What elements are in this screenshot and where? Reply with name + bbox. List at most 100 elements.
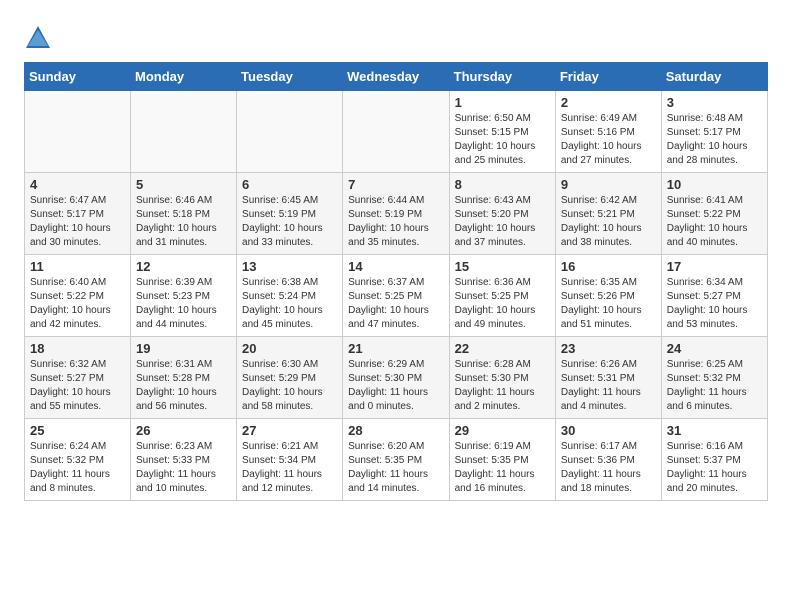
day-info: Sunrise: 6:29 AM Sunset: 5:30 PM Dayligh… bbox=[348, 358, 443, 414]
calendar-cell: 2 Sunrise: 6:49 AM Sunset: 5:16 PM Daylig… bbox=[555, 91, 661, 173]
day-number: 29 bbox=[455, 423, 550, 438]
day-info: Sunrise: 6:23 AM Sunset: 5:33 PM Dayligh… bbox=[136, 440, 231, 496]
calendar-cell: 1 Sunrise: 6:50 AM Sunset: 5:15 PM Daylig… bbox=[449, 91, 555, 173]
week-row-4: 18Sunrise: 6:32 AM Sunset: 5:27 PM Dayli… bbox=[25, 337, 768, 419]
day-info: Sunrise: 6:49 AM Sunset: 5:16 PM Dayligh… bbox=[561, 112, 656, 168]
day-number: 7 bbox=[348, 177, 443, 192]
calendar-cell: 15 Sunrise: 6:36 AM Sunset: 5:25 PM Dayli… bbox=[449, 255, 555, 337]
day-number: 27 bbox=[242, 423, 337, 438]
day-info: Sunrise: 6:43 AM Sunset: 5:20 PM Dayligh… bbox=[455, 194, 550, 250]
col-header-monday: Monday bbox=[131, 63, 237, 91]
calendar-cell: 5 Sunrise: 6:46 AM Sunset: 5:18 PM Daylig… bbox=[131, 173, 237, 255]
calendar-cell bbox=[25, 91, 131, 173]
calendar-cell: 20 Sunrise: 6:30 AM Sunset: 5:29 PM Dayli… bbox=[237, 337, 343, 419]
day-info: Sunrise: 6:39 AM Sunset: 5:23 PM Dayligh… bbox=[136, 276, 231, 332]
calendar-cell: 31 Sunrise: 6:16 AM Sunset: 5:37 PM Dayli… bbox=[661, 419, 767, 501]
page-header bbox=[24, 20, 768, 52]
calendar-cell: 29 Sunrise: 6:19 AM Sunset: 5:35 PM Dayli… bbox=[449, 419, 555, 501]
day-info: Sunrise: 6:41 AM Sunset: 5:22 PM Dayligh… bbox=[667, 194, 762, 250]
calendar-cell: 13Sunrise: 6:38 AM Sunset: 5:24 PM Dayli… bbox=[237, 255, 343, 337]
day-info: Sunrise: 6:17 AM Sunset: 5:36 PM Dayligh… bbox=[561, 440, 656, 496]
day-number: 3 bbox=[667, 95, 762, 110]
day-number: 22 bbox=[455, 341, 550, 356]
calendar-cell: 26Sunrise: 6:23 AM Sunset: 5:33 PM Dayli… bbox=[131, 419, 237, 501]
day-number: 12 bbox=[136, 259, 231, 274]
calendar-cell: 11Sunrise: 6:40 AM Sunset: 5:22 PM Dayli… bbox=[25, 255, 131, 337]
calendar-cell: 17 Sunrise: 6:34 AM Sunset: 5:27 PM Dayli… bbox=[661, 255, 767, 337]
calendar-cell: 4 Sunrise: 6:47 AM Sunset: 5:17 PM Daylig… bbox=[25, 173, 131, 255]
col-header-tuesday: Tuesday bbox=[237, 63, 343, 91]
calendar-cell: 18Sunrise: 6:32 AM Sunset: 5:27 PM Dayli… bbox=[25, 337, 131, 419]
day-number: 1 bbox=[455, 95, 550, 110]
day-info: Sunrise: 6:37 AM Sunset: 5:25 PM Dayligh… bbox=[348, 276, 443, 332]
calendar-cell: 10 Sunrise: 6:41 AM Sunset: 5:22 PM Dayli… bbox=[661, 173, 767, 255]
calendar-cell: 9Sunrise: 6:42 AM Sunset: 5:21 PM Daylig… bbox=[555, 173, 661, 255]
day-info: Sunrise: 6:46 AM Sunset: 5:18 PM Dayligh… bbox=[136, 194, 231, 250]
day-number: 24 bbox=[667, 341, 762, 356]
day-number: 4 bbox=[30, 177, 125, 192]
day-info: Sunrise: 6:47 AM Sunset: 5:17 PM Dayligh… bbox=[30, 194, 125, 250]
day-info: Sunrise: 6:48 AM Sunset: 5:17 PM Dayligh… bbox=[667, 112, 762, 168]
day-number: 14 bbox=[348, 259, 443, 274]
day-number: 2 bbox=[561, 95, 656, 110]
day-info: Sunrise: 6:30 AM Sunset: 5:29 PM Dayligh… bbox=[242, 358, 337, 414]
day-number: 16 bbox=[561, 259, 656, 274]
calendar-cell: 19 Sunrise: 6:31 AM Sunset: 5:28 PM Dayli… bbox=[131, 337, 237, 419]
calendar-cell: 30 Sunrise: 6:17 AM Sunset: 5:36 PM Dayli… bbox=[555, 419, 661, 501]
calendar-cell: 3 Sunrise: 6:48 AM Sunset: 5:17 PM Daylig… bbox=[661, 91, 767, 173]
calendar-header-row: SundayMondayTuesdayWednesdayThursdayFrid… bbox=[25, 63, 768, 91]
week-row-5: 25 Sunrise: 6:24 AM Sunset: 5:32 PM Dayli… bbox=[25, 419, 768, 501]
day-info: Sunrise: 6:26 AM Sunset: 5:31 PM Dayligh… bbox=[561, 358, 656, 414]
day-number: 25 bbox=[30, 423, 125, 438]
calendar-cell bbox=[237, 91, 343, 173]
day-number: 20 bbox=[242, 341, 337, 356]
calendar-cell: 21Sunrise: 6:29 AM Sunset: 5:30 PM Dayli… bbox=[343, 337, 449, 419]
day-info: Sunrise: 6:45 AM Sunset: 5:19 PM Dayligh… bbox=[242, 194, 337, 250]
calendar-cell: 8 Sunrise: 6:43 AM Sunset: 5:20 PM Daylig… bbox=[449, 173, 555, 255]
calendar-cell: 6 Sunrise: 6:45 AM Sunset: 5:19 PM Daylig… bbox=[237, 173, 343, 255]
day-info: Sunrise: 6:44 AM Sunset: 5:19 PM Dayligh… bbox=[348, 194, 443, 250]
col-header-thursday: Thursday bbox=[449, 63, 555, 91]
day-info: Sunrise: 6:31 AM Sunset: 5:28 PM Dayligh… bbox=[136, 358, 231, 414]
col-header-sunday: Sunday bbox=[25, 63, 131, 91]
calendar-cell: 12 Sunrise: 6:39 AM Sunset: 5:23 PM Dayli… bbox=[131, 255, 237, 337]
day-number: 8 bbox=[455, 177, 550, 192]
day-info: Sunrise: 6:36 AM Sunset: 5:25 PM Dayligh… bbox=[455, 276, 550, 332]
logo bbox=[24, 24, 56, 52]
day-info: Sunrise: 6:16 AM Sunset: 5:37 PM Dayligh… bbox=[667, 440, 762, 496]
day-info: Sunrise: 6:21 AM Sunset: 5:34 PM Dayligh… bbox=[242, 440, 337, 496]
day-number: 10 bbox=[667, 177, 762, 192]
day-info: Sunrise: 6:42 AM Sunset: 5:21 PM Dayligh… bbox=[561, 194, 656, 250]
week-row-3: 11Sunrise: 6:40 AM Sunset: 5:22 PM Dayli… bbox=[25, 255, 768, 337]
day-number: 31 bbox=[667, 423, 762, 438]
day-info: Sunrise: 6:32 AM Sunset: 5:27 PM Dayligh… bbox=[30, 358, 125, 414]
calendar-cell: 25 Sunrise: 6:24 AM Sunset: 5:32 PM Dayli… bbox=[25, 419, 131, 501]
day-info: Sunrise: 6:24 AM Sunset: 5:32 PM Dayligh… bbox=[30, 440, 125, 496]
day-number: 23 bbox=[561, 341, 656, 356]
col-header-saturday: Saturday bbox=[661, 63, 767, 91]
col-header-wednesday: Wednesday bbox=[343, 63, 449, 91]
day-number: 6 bbox=[242, 177, 337, 192]
calendar-cell: 16Sunrise: 6:35 AM Sunset: 5:26 PM Dayli… bbox=[555, 255, 661, 337]
logo-icon bbox=[24, 24, 52, 52]
calendar-cell: 22 Sunrise: 6:28 AM Sunset: 5:30 PM Dayli… bbox=[449, 337, 555, 419]
day-number: 28 bbox=[348, 423, 443, 438]
calendar-cell: 24Sunrise: 6:25 AM Sunset: 5:32 PM Dayli… bbox=[661, 337, 767, 419]
day-number: 30 bbox=[561, 423, 656, 438]
day-info: Sunrise: 6:50 AM Sunset: 5:15 PM Dayligh… bbox=[455, 112, 550, 168]
day-number: 17 bbox=[667, 259, 762, 274]
calendar-cell: 14 Sunrise: 6:37 AM Sunset: 5:25 PM Dayli… bbox=[343, 255, 449, 337]
calendar-cell: 28Sunrise: 6:20 AM Sunset: 5:35 PM Dayli… bbox=[343, 419, 449, 501]
week-row-2: 4 Sunrise: 6:47 AM Sunset: 5:17 PM Daylig… bbox=[25, 173, 768, 255]
day-info: Sunrise: 6:34 AM Sunset: 5:27 PM Dayligh… bbox=[667, 276, 762, 332]
day-number: 15 bbox=[455, 259, 550, 274]
day-number: 19 bbox=[136, 341, 231, 356]
week-row-1: 1 Sunrise: 6:50 AM Sunset: 5:15 PM Daylig… bbox=[25, 91, 768, 173]
day-info: Sunrise: 6:28 AM Sunset: 5:30 PM Dayligh… bbox=[455, 358, 550, 414]
day-number: 5 bbox=[136, 177, 231, 192]
calendar-cell bbox=[131, 91, 237, 173]
day-info: Sunrise: 6:19 AM Sunset: 5:35 PM Dayligh… bbox=[455, 440, 550, 496]
day-info: Sunrise: 6:38 AM Sunset: 5:24 PM Dayligh… bbox=[242, 276, 337, 332]
calendar-cell: 27 Sunrise: 6:21 AM Sunset: 5:34 PM Dayli… bbox=[237, 419, 343, 501]
day-number: 11 bbox=[30, 259, 125, 274]
